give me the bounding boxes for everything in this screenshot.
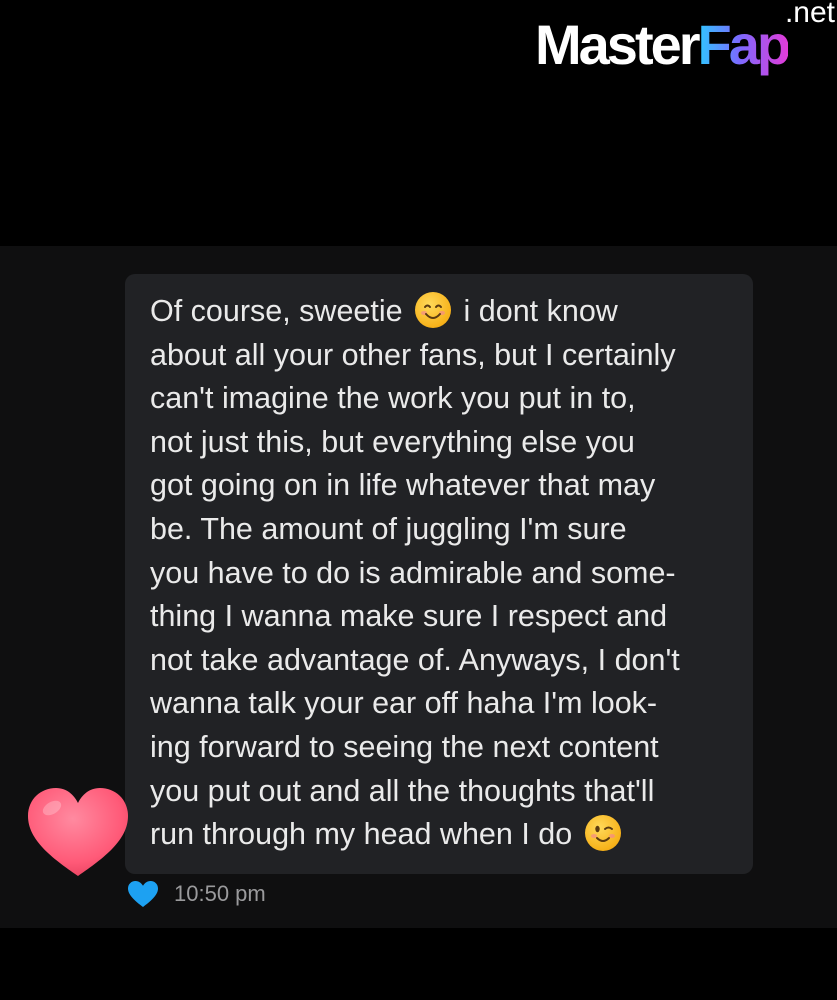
watermark-logo-text: MasterFap [535,13,791,76]
heart-reaction-icon[interactable] [22,782,134,882]
message-bubble[interactable]: Of course, sweetie i dont know about all… [125,274,753,874]
masterfap-watermark: MasterFap .net [535,0,835,84]
smiling-face-emoji-icon [415,292,452,328]
blue-heart-icon[interactable] [126,879,160,909]
chat-panel: Of course, sweetie i dont know about all… [0,246,837,928]
message-timestamp: 10:50 pm [174,881,266,906]
message-text: Of course, sweetie i dont know about all… [150,292,680,852]
watermark-tld: .net [784,0,835,29]
winking-face-emoji-icon [584,815,621,852]
message-meta: 10:50 pm [126,878,266,910]
